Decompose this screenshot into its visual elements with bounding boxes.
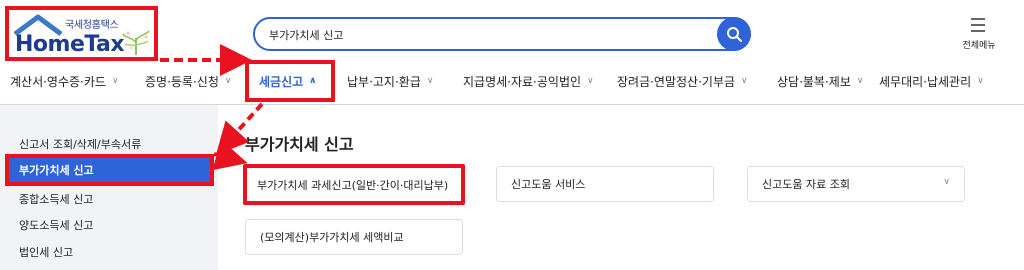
search-bar[interactable] — [253, 17, 751, 51]
nav-item-label: 상담·불복·제보 — [777, 74, 851, 89]
chevron-down-icon: ∨ — [741, 76, 748, 86]
nav-item-label: 지급명세·자료·공익법인 — [463, 74, 582, 89]
nav-item-agent[interactable]: 세무대리·납세관리 ∨ — [879, 68, 984, 94]
all-menu-button[interactable]: 전체메뉴 — [955, 16, 1003, 56]
nav-item-label: 납부·고지·환급 — [347, 74, 421, 89]
search-input[interactable] — [269, 25, 689, 45]
sidebar-item-corporate-tax[interactable]: 법인세 신고 — [5, 239, 214, 265]
search-icon — [727, 27, 742, 42]
nav-item-statement[interactable]: 지급명세·자료·공익법인 ∨ — [463, 68, 594, 94]
nav-item-consult[interactable]: 상담·불복·제보 ∨ — [777, 68, 863, 94]
search-button[interactable] — [717, 17, 751, 51]
nav-item-payment[interactable]: 납부·고지·환급 ∨ — [347, 68, 433, 94]
card-vat-filing[interactable]: 부가가치세 과세신고(일반·간이·대리납부) — [243, 164, 465, 205]
nav-item-certificate[interactable]: 증명·등록·신청 ∨ — [145, 68, 231, 94]
page-title: 부가가치세 신고 — [245, 135, 354, 154]
sidebar-item-label: 종합소득세 신고 — [19, 193, 94, 206]
chevron-down-icon: ∨ — [977, 76, 984, 86]
all-menu-label: 전체메뉴 — [962, 41, 996, 51]
hamburger-menu-icon — [971, 18, 985, 32]
nav-item-label: 세무대리·납세관리 — [879, 74, 972, 89]
chevron-down-icon: ∨ — [587, 76, 594, 86]
plant-icon — [122, 30, 150, 55]
logo-title: HomeTax — [15, 32, 125, 57]
nav-item-label: 계산서·영수증·카드 — [10, 74, 106, 89]
chevron-down-icon: ∨ — [224, 76, 232, 86]
card-filing-help-service[interactable]: 신고도움 서비스 — [496, 166, 714, 202]
sidebar-item-label: 법인세 신고 — [19, 246, 74, 259]
card-label: (모의계산)부가가치세 세액비교 — [260, 231, 404, 244]
chevron-down-icon: ∨ — [111, 76, 119, 86]
sidebar-item-label: 신고서 조회/삭제/부속서류 — [19, 138, 142, 151]
chevron-down-icon: ∨ — [943, 177, 950, 187]
chevron-down-icon: ∨ — [856, 76, 864, 86]
sidebar-item-label: 양도소득세 신고 — [19, 219, 94, 232]
nav-item-label: 장려금·연말정산·기부금 — [617, 74, 736, 89]
card-label: 신고도움 서비스 — [511, 178, 586, 191]
card-vat-simulation[interactable]: (모의계산)부가가치세 세액비교 — [245, 219, 463, 255]
card-label: 부가가치세 과세신고(일반·간이·대리납부) — [257, 178, 449, 192]
card-label: 신고도움 자료 조회 — [762, 178, 850, 191]
logo-subtitle: 국세청홈택스 — [65, 20, 119, 31]
nav-item-incentive[interactable]: 장려금·연말정산·기부금 ∨ — [617, 68, 748, 94]
hometax-logo[interactable]: 국세청홈택스 HomeTax — [5, 6, 158, 61]
sidebar-item-transfer-tax[interactable]: 양도소득세 신고 — [5, 212, 214, 238]
nav-item-invoice[interactable]: 계산서·영수증·카드 ∨ — [10, 68, 119, 94]
highlight-box-nav — [245, 60, 335, 102]
sidebar-item-vat-filing[interactable]: 부가가치세 신고 — [5, 154, 214, 186]
sidebar: 신고서 조회/삭제/부속서류 부가가치세 신고 종합소득세 신고 양도소득세 신… — [0, 105, 218, 270]
sidebar-item-label: 부가가치세 신고 — [19, 164, 94, 177]
card-filing-help-data[interactable]: 신고도움 자료 조회 ∨ — [747, 166, 965, 202]
chevron-down-icon: ∨ — [426, 76, 434, 86]
nav-item-label: 증명·등록·신청 — [145, 74, 219, 89]
sidebar-item-income-tax[interactable]: 종합소득세 신고 — [5, 186, 214, 212]
